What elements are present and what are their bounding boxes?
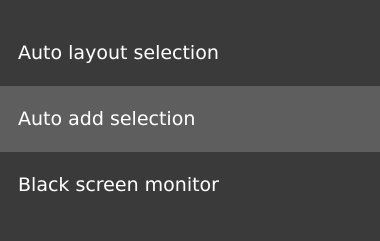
menu-item-auto-layout-selection[interactable]: Auto layout selection xyxy=(0,20,380,86)
menu-item-black-screen-monitor[interactable]: Black screen monitor xyxy=(0,152,380,218)
menu-item-label: Black screen monitor xyxy=(18,174,219,196)
context-menu: Auto layout selection Auto add selection… xyxy=(0,0,380,241)
menu-item-auto-add-selection[interactable]: Auto add selection xyxy=(0,86,380,152)
menu-item-label: Auto layout selection xyxy=(18,42,219,64)
menu-item-label: Auto add selection xyxy=(18,108,196,130)
